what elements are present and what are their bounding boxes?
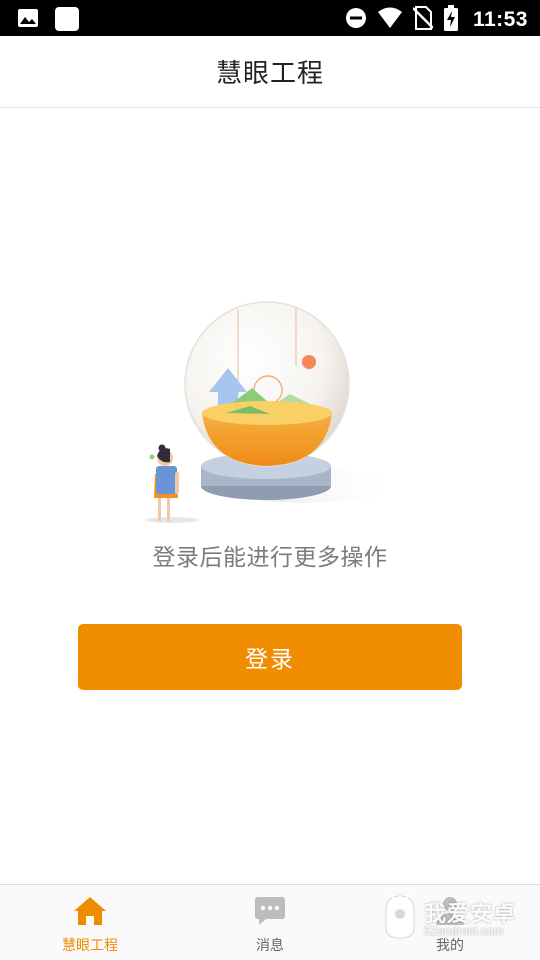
nav-item-messages[interactable]: 消息 — [180, 885, 360, 960]
home-icon — [73, 895, 107, 931]
square-notification-icon — [54, 6, 80, 36]
app-bar: 慧眼工程 — [0, 36, 540, 108]
empty-state-message: 登录后能进行更多操作 — [152, 545, 388, 571]
image-icon — [16, 6, 40, 36]
wifi-icon — [377, 7, 403, 33]
nav-item-profile[interactable]: 我的 — [360, 885, 540, 960]
globe-illustration — [140, 296, 400, 528]
nav-label-home: 慧眼工程 — [62, 938, 118, 954]
no-sim-icon — [412, 6, 434, 34]
do-not-disturb-icon — [345, 7, 367, 33]
login-button[interactable]: 登录 — [78, 624, 462, 690]
status-bar: 11:53 — [0, 0, 540, 36]
battery-charging-icon — [443, 5, 459, 35]
nav-label-messages: 消息 — [256, 938, 284, 954]
chat-icon — [254, 895, 286, 931]
person-icon — [434, 895, 466, 931]
bottom-nav: 慧眼工程 消息 我的 — [0, 884, 540, 960]
nav-item-home[interactable]: 慧眼工程 — [0, 885, 180, 960]
page-title: 慧眼工程 — [215, 59, 324, 89]
nav-label-profile: 我的 — [436, 938, 464, 954]
status-time: 11:53 — [472, 8, 528, 31]
